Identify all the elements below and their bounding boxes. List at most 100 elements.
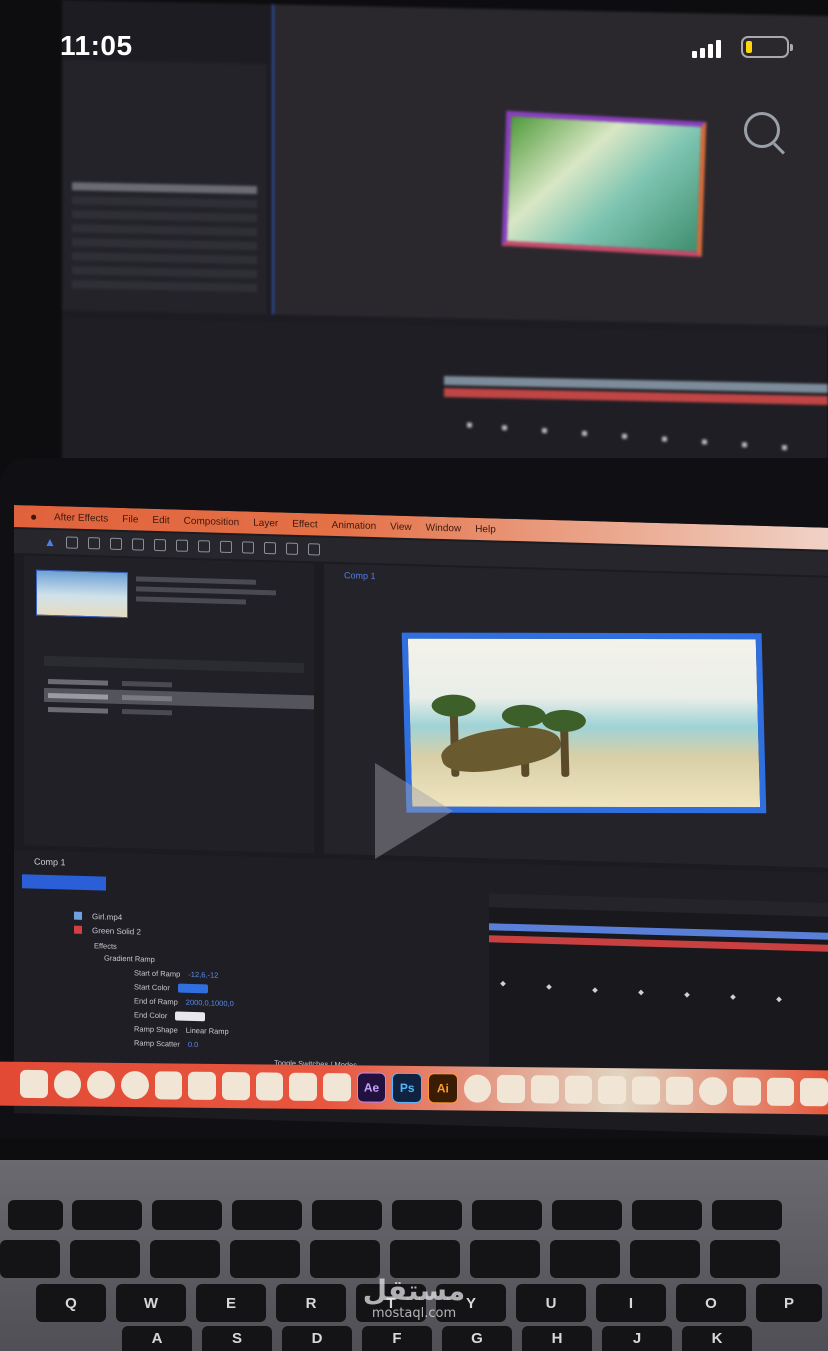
launchpad-icon[interactable] (53, 1070, 82, 1099)
key[interactable] (72, 1200, 142, 1230)
pan-behind-tool-icon[interactable] (153, 538, 166, 552)
property-row[interactable]: Ramp Scatter 0.0 (134, 1037, 198, 1050)
pen-tool-icon[interactable] (197, 540, 210, 553)
puppet-tool-icon[interactable] (307, 543, 320, 556)
layer-row[interactable]: Girl.mp4 (74, 910, 122, 923)
key-r[interactable]: R (276, 1284, 346, 1322)
key[interactable] (712, 1200, 782, 1230)
menu-item-layer[interactable]: Layer (253, 517, 278, 529)
apple-menu-icon[interactable]: ● (30, 509, 37, 523)
property-value[interactable]: Linear Ramp (186, 1026, 229, 1036)
key-s[interactable]: S (202, 1326, 272, 1351)
safari-icon[interactable] (87, 1070, 116, 1099)
key[interactable] (710, 1240, 780, 1278)
maps-icon[interactable] (665, 1076, 694, 1105)
key-d[interactable]: D (282, 1326, 352, 1351)
key[interactable] (470, 1240, 540, 1278)
key[interactable] (230, 1240, 300, 1278)
key[interactable] (312, 1200, 382, 1230)
music-icon[interactable] (733, 1077, 761, 1106)
key-o[interactable]: O (676, 1284, 746, 1322)
illustrator-icon[interactable]: Ai (428, 1073, 458, 1104)
key[interactable] (392, 1200, 462, 1230)
hand-tool-icon[interactable] (65, 536, 78, 549)
after-effects-icon[interactable]: Ae (356, 1072, 387, 1103)
zoom-tool-icon[interactable] (87, 537, 100, 550)
finder-icon[interactable] (20, 1069, 48, 1099)
key[interactable] (630, 1240, 700, 1278)
calendar-icon[interactable] (222, 1071, 250, 1101)
key-u[interactable]: U (516, 1284, 586, 1322)
key[interactable] (552, 1200, 622, 1230)
keyframe[interactable] (730, 994, 736, 1000)
start-color-chip[interactable] (177, 983, 208, 994)
photos-icon[interactable] (531, 1075, 559, 1104)
key-f[interactable]: F (362, 1326, 432, 1351)
text-tool-icon[interactable] (219, 540, 232, 554)
timecode-display[interactable] (22, 874, 106, 891)
key-k[interactable]: K (682, 1326, 752, 1351)
key[interactable] (310, 1240, 380, 1278)
time-ruler[interactable] (489, 893, 828, 917)
downloads-icon[interactable] (766, 1077, 795, 1106)
keyframe[interactable] (500, 980, 506, 987)
property-row[interactable]: End of Ramp 2000,0,1000,0 (134, 995, 234, 1009)
end-color-chip[interactable] (175, 1011, 206, 1022)
menu-item-app[interactable]: After Effects (54, 512, 108, 525)
clone-stamp-tool-icon[interactable] (263, 541, 276, 555)
trash-icon[interactable] (800, 1078, 828, 1107)
key-e[interactable]: E (196, 1284, 266, 1322)
chrome-icon[interactable] (121, 1070, 149, 1100)
effects-group[interactable]: Effects (94, 940, 117, 952)
app-store-icon[interactable] (463, 1074, 492, 1103)
key-j[interactable]: J (602, 1326, 672, 1351)
stickies-icon[interactable] (188, 1071, 217, 1100)
key-h[interactable]: H (522, 1326, 592, 1351)
key-w[interactable]: W (116, 1284, 186, 1322)
clapper-icon[interactable] (323, 1073, 351, 1102)
effect-row[interactable]: Gradient Ramp (104, 953, 155, 965)
menu-item-animation[interactable]: Animation (332, 519, 376, 531)
brush-tool-icon[interactable] (241, 541, 254, 554)
property-value[interactable]: 0.0 (188, 1040, 198, 1049)
menu-item-window[interactable]: Window (426, 522, 462, 534)
keyframe[interactable] (592, 987, 598, 994)
notes-icon[interactable] (154, 1071, 183, 1100)
pages-icon[interactable] (289, 1072, 318, 1101)
key[interactable] (390, 1240, 460, 1278)
viewer-tab[interactable]: Comp 1 (344, 570, 376, 581)
keyframe[interactable] (638, 989, 644, 996)
property-row[interactable]: Ramp Shape Linear Ramp (134, 1023, 229, 1037)
property-row[interactable]: Start Color (134, 981, 208, 994)
menu-item-composition[interactable]: Composition (184, 515, 240, 528)
key[interactable] (8, 1200, 63, 1230)
menu-item-edit[interactable]: Edit (152, 514, 169, 525)
layer-row[interactable]: Green Solid 2 (74, 924, 141, 938)
key[interactable] (152, 1200, 222, 1230)
menu-item-help[interactable]: Help (475, 523, 496, 535)
eraser-tool-icon[interactable] (285, 542, 298, 555)
key-a[interactable]: A (122, 1326, 192, 1351)
selection-tool-icon[interactable]: ▲ (44, 535, 56, 549)
key[interactable] (232, 1200, 302, 1230)
key-g[interactable]: G (442, 1326, 512, 1351)
key-i[interactable]: I (596, 1284, 666, 1322)
rectangle-tool-icon[interactable] (175, 539, 188, 552)
timeline-tab[interactable]: Comp 1 (34, 857, 66, 868)
key[interactable] (632, 1200, 702, 1230)
property-value[interactable]: -12,6,-12 (188, 970, 218, 980)
camera-tool-icon[interactable] (131, 538, 144, 551)
property-row[interactable]: End Color (134, 1009, 206, 1022)
system-preferences-icon[interactable] (699, 1076, 728, 1106)
key[interactable] (550, 1240, 620, 1278)
search-icon[interactable] (744, 112, 780, 148)
keyframe[interactable] (684, 991, 690, 998)
photoshop-icon[interactable]: Ps (392, 1072, 423, 1104)
key[interactable] (150, 1240, 220, 1278)
keyframe[interactable] (776, 996, 782, 1003)
vlc-icon[interactable] (497, 1074, 526, 1104)
key-q[interactable]: Q (36, 1284, 106, 1322)
key[interactable] (0, 1240, 60, 1278)
key[interactable] (70, 1240, 140, 1278)
menu-item-file[interactable]: File (122, 514, 138, 525)
